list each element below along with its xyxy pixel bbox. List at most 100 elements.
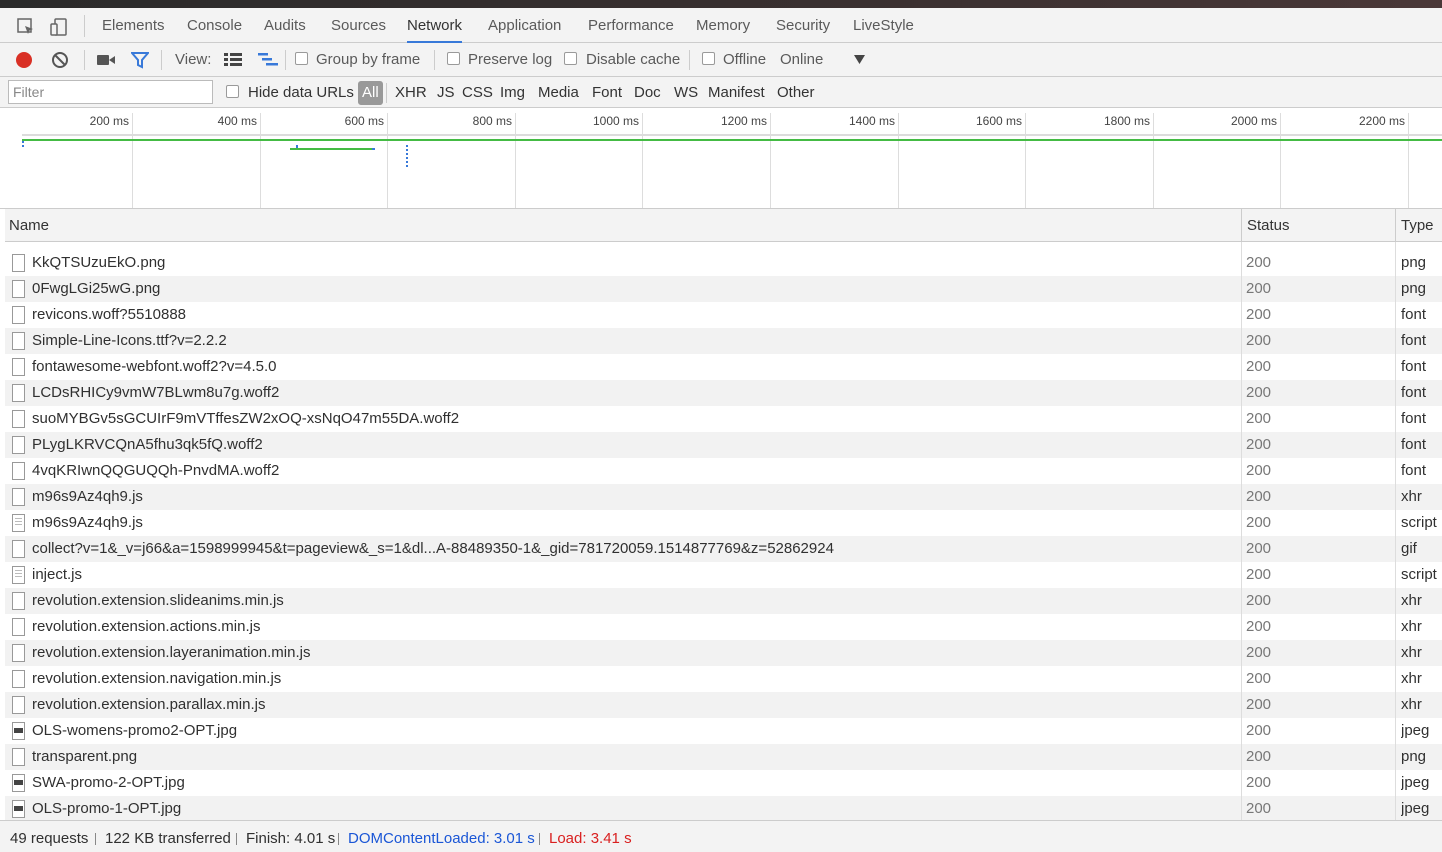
large-rows-icon[interactable]	[224, 53, 242, 67]
offline-label: Offline	[723, 51, 767, 68]
request-type: jpeg	[1401, 722, 1430, 739]
document-file-icon	[12, 306, 25, 324]
type-filter-css[interactable]: CSS	[462, 77, 493, 108]
request-status: 200	[1246, 254, 1272, 271]
request-row[interactable]: 0FwgLGi25wG.png 200 png	[5, 276, 1442, 302]
timeline-request-bar	[406, 145, 408, 167]
preserve-log-checkbox[interactable]	[447, 52, 460, 65]
type-filter-all[interactable]: All	[358, 81, 383, 105]
tab-performance[interactable]: Performance	[588, 8, 674, 43]
timeline-tick-label: 800 ms	[472, 114, 512, 128]
column-header-status[interactable]: Status	[1243, 209, 1290, 242]
type-filter-img[interactable]: Img	[500, 77, 525, 108]
tab-livestyle[interactable]: LiveStyle	[853, 8, 914, 43]
request-name: fontawesome-webfont.woff2?v=4.5.0	[32, 358, 277, 375]
throttling-select[interactable]: Online	[780, 43, 823, 77]
preserve-log-label: Preserve log	[468, 51, 553, 68]
request-row[interactable]: revicons.woff?5510888 200 font	[5, 302, 1442, 328]
request-row[interactable]: revolution.extension.slideanims.min.js 20…	[5, 588, 1442, 614]
request-type: script	[1401, 566, 1437, 583]
request-type: gif	[1401, 540, 1417, 557]
type-filter-js[interactable]: JS	[437, 77, 455, 108]
timeline-gridline	[132, 113, 133, 208]
request-type: script	[1401, 514, 1437, 531]
screenshot-camera-icon[interactable]	[96, 53, 116, 67]
request-status: 200	[1246, 540, 1272, 557]
column-divider[interactable]	[1395, 209, 1396, 242]
request-name: 4vqKRIwnQQGUQQh-PnvdMA.woff2	[32, 462, 280, 479]
request-row[interactable]: PLygLKRVCQnA5fhu3qk5fQ.woff2 200 font	[5, 432, 1442, 458]
request-type: xhr	[1401, 488, 1422, 505]
record-icon[interactable]	[15, 51, 33, 69]
tab-audits[interactable]: Audits	[264, 8, 306, 43]
request-row[interactable]: revolution.extension.navigation.min.js 20…	[5, 666, 1442, 692]
type-filter-ws[interactable]: WS	[674, 77, 698, 108]
request-row[interactable]: m96s9Az4qh9.js 200 script	[5, 510, 1442, 536]
request-row[interactable]: SWA-promo-2-OPT.jpg 200 jpeg	[5, 770, 1442, 796]
inspect-element-icon[interactable]	[16, 17, 36, 37]
request-row[interactable]: m96s9Az4qh9.js 200 xhr	[5, 484, 1442, 510]
timeline-gridline	[260, 113, 261, 208]
request-row[interactable]: transparent.png 200 png	[5, 744, 1442, 770]
device-toolbar-icon[interactable]	[49, 17, 69, 37]
tab-console[interactable]: Console	[187, 8, 242, 43]
requests-table-header: Name Status Type	[5, 209, 1442, 242]
request-name: 0FwgLGi25wG.png	[32, 280, 161, 297]
type-filter-media[interactable]: Media	[538, 77, 579, 108]
request-row[interactable]: collect?v=1&_v=j66&a=1598999945&t=pagevi…	[5, 536, 1442, 562]
request-type: jpeg	[1401, 800, 1430, 817]
request-row[interactable]: 4vqKRIwnQQGUQQh-PnvdMA.woff2 200 font	[5, 458, 1442, 484]
type-filter-manifest[interactable]: Manifest	[708, 77, 765, 108]
tab-application[interactable]: Application	[488, 8, 561, 43]
requests-table-body: KkQTSUzuEkO.png 200 png 0FwgLGi25wG.png 200 p…	[5, 242, 1442, 820]
transferred-size: 122 KB transferred	[105, 830, 231, 847]
column-header-type[interactable]: Type	[1397, 209, 1434, 242]
request-row[interactable]: revolution.extension.actions.min.js 200 xh…	[5, 614, 1442, 640]
toolbar-separator	[434, 50, 435, 70]
request-status: 200	[1246, 696, 1272, 713]
request-row[interactable]: revolution.extension.layeranimation.min.…	[5, 640, 1442, 666]
hide-data-urls-checkbox[interactable]	[226, 85, 239, 98]
filter-funnel-icon[interactable]	[131, 52, 149, 69]
tab-security[interactable]: Security	[776, 8, 830, 43]
image-file-icon	[12, 722, 25, 740]
view-label: View:	[175, 51, 212, 68]
summary-separator	[338, 833, 339, 845]
request-row[interactable]: inject.js 200 script	[5, 562, 1442, 588]
type-filter-doc[interactable]: Doc	[634, 77, 661, 108]
timeline-overview[interactable]: 200 ms 400 ms 600 ms 800 ms 1000 ms 1200 ms 14…	[0, 108, 1442, 209]
request-name: transparent.png	[32, 748, 138, 765]
timeline-request-tick	[296, 145, 298, 148]
filter-input[interactable]	[8, 80, 213, 104]
column-divider[interactable]	[1241, 209, 1242, 242]
document-file-icon	[12, 280, 25, 298]
waterfall-overview-icon[interactable]	[258, 52, 278, 68]
type-filter-xhr[interactable]: XHR	[395, 77, 427, 108]
tab-elements[interactable]: Elements	[102, 8, 165, 43]
request-row[interactable]: Simple-Line-Icons.ttf?v=2.2.2 200 font	[5, 328, 1442, 354]
group-by-frame-checkbox[interactable]	[295, 52, 308, 65]
request-row[interactable]: revolution.extension.parallax.min.js 200 x…	[5, 692, 1442, 718]
request-row[interactable]: suoMYBGv5sGCUIrF9mVTffesZW2xOQ-xsNqO47m5…	[5, 406, 1442, 432]
timeline-gridline	[1280, 113, 1281, 208]
disable-cache-checkbox[interactable]	[564, 52, 577, 65]
dropdown-arrow-icon[interactable]	[854, 55, 865, 64]
request-row[interactable]: fontawesome-webfont.woff2?v=4.5.0 200 font	[5, 354, 1442, 380]
request-status: 200	[1246, 462, 1272, 479]
tab-memory[interactable]: Memory	[696, 8, 750, 43]
type-filter-font[interactable]: Font	[592, 77, 622, 108]
request-type: font	[1401, 306, 1427, 323]
document-file-icon	[12, 540, 25, 558]
tab-sources[interactable]: Sources	[331, 8, 386, 43]
type-filter-other[interactable]: Other	[777, 77, 815, 108]
offline-checkbox[interactable]	[702, 52, 715, 65]
tab-network[interactable]: Network	[407, 8, 463, 43]
clear-icon[interactable]	[51, 51, 69, 69]
column-header-name[interactable]: Name	[5, 209, 49, 242]
request-name: Simple-Line-Icons.ttf?v=2.2.2	[32, 332, 227, 349]
request-row[interactable]: LCDsRHICy9vmW7BLwm8u7g.woff2 200 font	[5, 380, 1442, 406]
request-row[interactable]: KkQTSUzuEkO.png 200 png	[5, 250, 1442, 276]
request-row[interactable]: OLS-womens-promo2-OPT.jpg 200 jpeg	[5, 718, 1442, 744]
request-row[interactable]: OLS-promo-1-OPT.jpg 200 jpeg	[5, 796, 1442, 820]
timeline-gridline	[387, 113, 388, 208]
